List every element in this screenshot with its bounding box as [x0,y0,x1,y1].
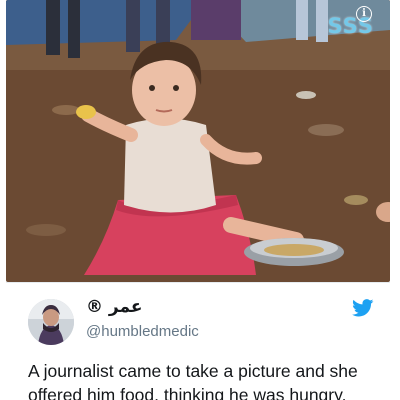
info-icon[interactable]: i [356,6,372,22]
tweet-body: عمر ® @humbledmedic A journalist came to… [6,282,390,400]
user-handle[interactable]: @humbledmedic [86,323,199,340]
avatar[interactable] [28,299,74,345]
photo-illustration [6,0,390,282]
tweet-screenshot: SSS i عمر ® @humbledmedic A journalist c… [0,0,400,400]
display-name[interactable]: عمر ® [86,297,143,317]
avatar-image [28,299,74,345]
tweet-photo[interactable]: SSS i [6,0,390,282]
twitter-bird-icon[interactable] [352,299,374,317]
tweet-text: A journalist came to take a picture and … [28,361,358,400]
